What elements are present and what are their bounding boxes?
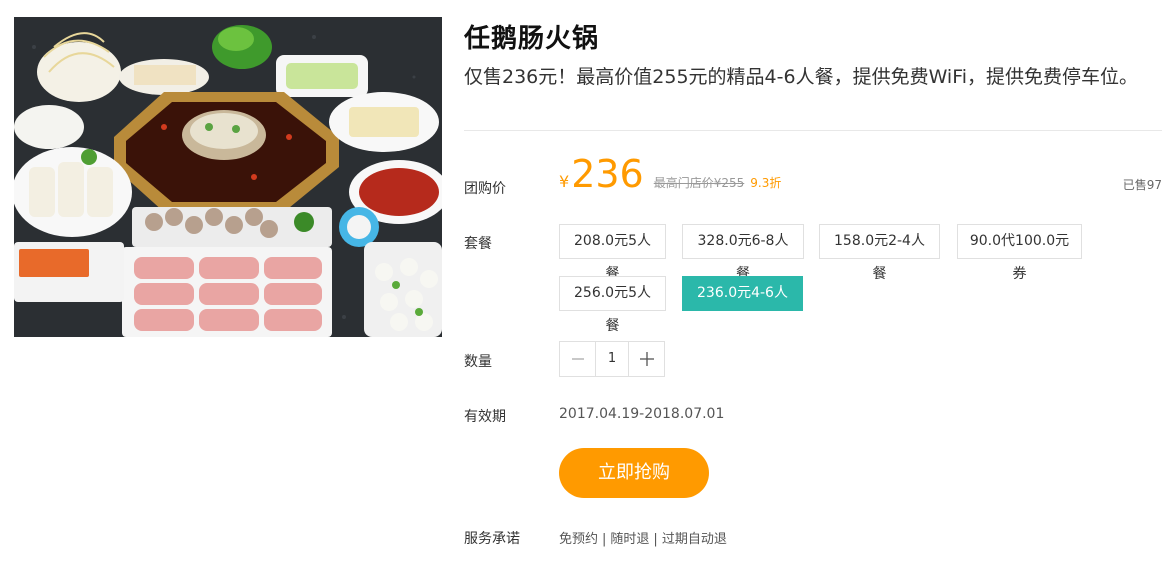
service-list: 免预约 | 随时退 | 过期自动退 bbox=[559, 528, 727, 547]
decrement-button[interactable] bbox=[560, 342, 595, 376]
hotpot-illustration bbox=[14, 17, 442, 337]
package-option-selected[interactable]: 236.0元4-6人餐 bbox=[682, 276, 803, 334]
buy-now-button[interactable]: 立即抢购 bbox=[559, 448, 709, 498]
plus-icon bbox=[639, 352, 654, 366]
validity-label: 有效期 bbox=[464, 409, 506, 425]
package-option[interactable]: 256.0元5人餐 bbox=[559, 276, 666, 334]
service-item: 过期自动退 bbox=[661, 532, 727, 547]
package-option[interactable]: 158.0元2-4人餐 bbox=[819, 224, 940, 282]
quantity-label: 数量 bbox=[464, 354, 492, 370]
validity-value: 2017.04.19-2018.07.01 bbox=[559, 406, 725, 422]
product-subtitle: 仅售236元！最高价值255元的精品4-6人餐，提供免费WiFi，提供免费停车位… bbox=[464, 66, 1139, 88]
sold-count: 已售97 bbox=[1122, 178, 1162, 192]
original-price: 最高门店价¥255 bbox=[653, 176, 745, 190]
price-block: ¥ 236 最高门店价¥255 9.3折 bbox=[559, 152, 781, 196]
minus-icon bbox=[571, 358, 584, 360]
service-item: 免预约 bbox=[559, 532, 599, 547]
increment-button[interactable] bbox=[629, 342, 664, 376]
price-label: 团购价 bbox=[464, 181, 506, 197]
service-item: 随时退 bbox=[610, 532, 650, 547]
package-label: 套餐 bbox=[464, 236, 492, 252]
package-option[interactable]: 90.0代100.0元券 bbox=[957, 224, 1082, 282]
package-option[interactable]: 208.0元5人餐 bbox=[559, 224, 666, 282]
divider bbox=[464, 130, 1162, 131]
discount-badge: 9.3折 bbox=[750, 176, 782, 190]
currency-symbol: ¥ bbox=[559, 172, 570, 191]
package-option[interactable]: 328.0元6-8人餐 bbox=[682, 224, 804, 282]
product-image bbox=[14, 17, 442, 337]
quantity-input[interactable]: 1 bbox=[595, 342, 629, 376]
service-label: 服务承诺 bbox=[464, 531, 520, 547]
price-value: 236 bbox=[571, 152, 644, 196]
product-title: 任鹅肠火锅 bbox=[464, 24, 600, 54]
separator: | bbox=[653, 532, 658, 547]
separator: | bbox=[602, 532, 607, 547]
quantity-stepper: 1 bbox=[559, 341, 665, 377]
